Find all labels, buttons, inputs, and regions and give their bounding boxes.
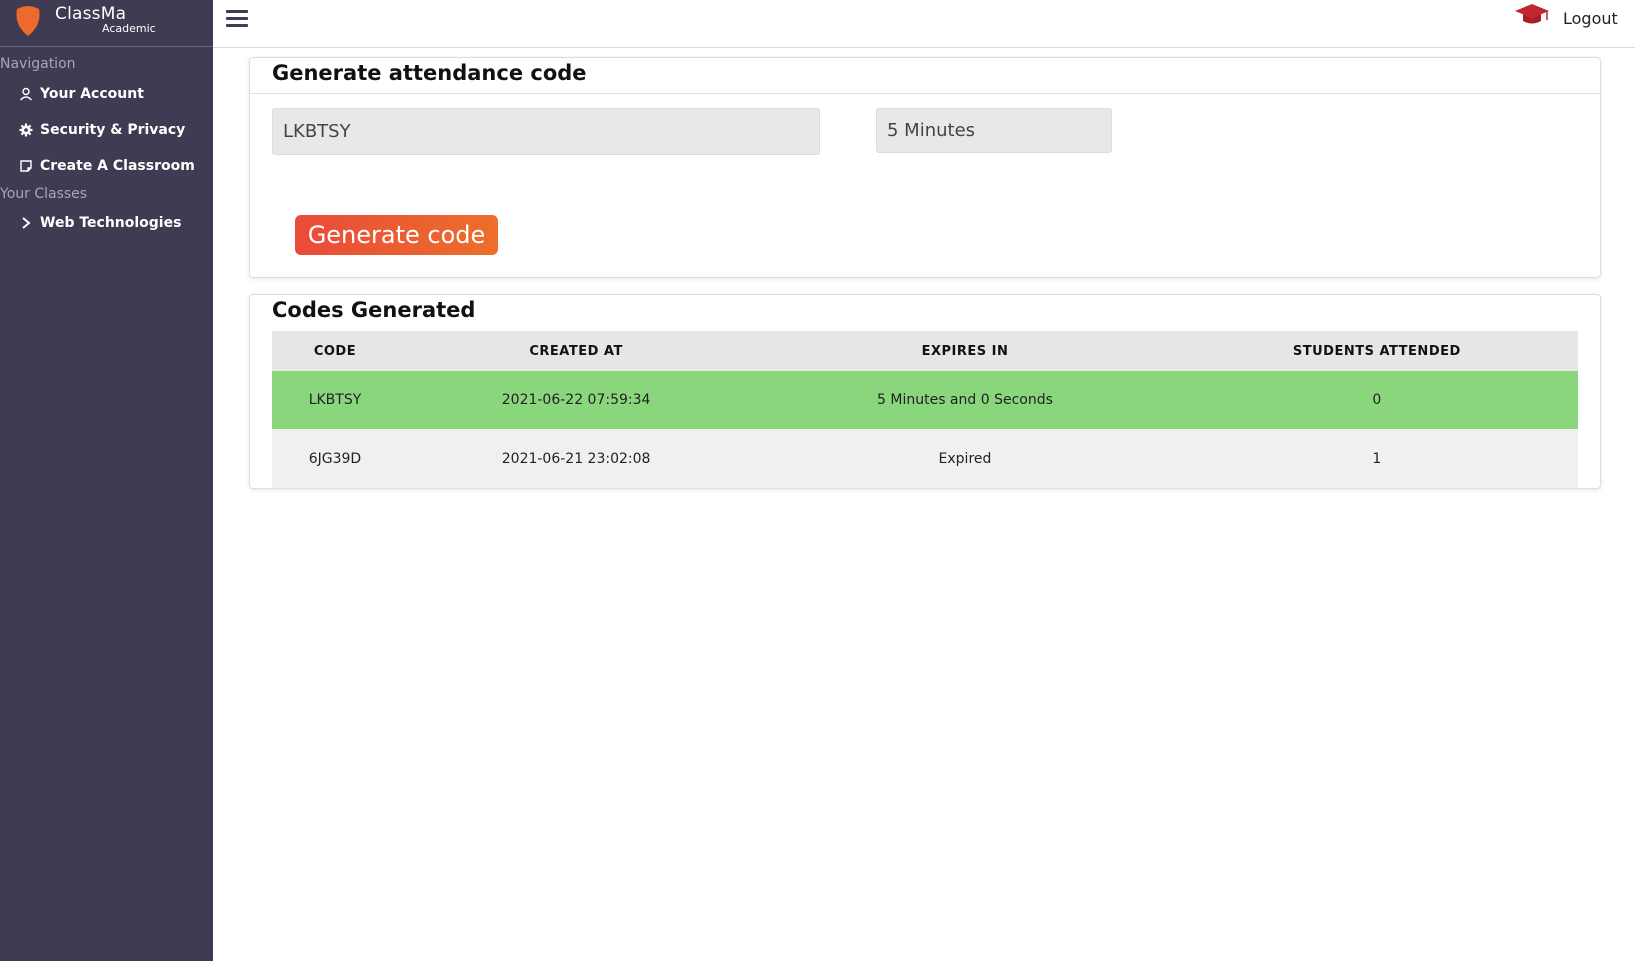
cell-created-at: 2021-06-22 07:59:34 (397, 371, 755, 429)
sidebar-item-label: Your Account (40, 86, 144, 102)
graduation-cap-icon (1515, 4, 1549, 24)
table-row[interactable]: LKBTSY 2021-06-22 07:59:34 5 Minutes and… (272, 371, 1578, 429)
codes-title: Codes Generated (272, 298, 476, 322)
cell-code: 6JG39D (272, 429, 398, 488)
cell-created-at: 2021-06-21 23:02:08 (397, 429, 755, 488)
code-input[interactable] (272, 108, 820, 155)
generate-code-button[interactable]: Generate code (295, 215, 498, 255)
brand[interactable]: ClassMa Academic (0, 0, 213, 47)
gear-icon (18, 122, 34, 138)
shield-logo-icon (16, 6, 40, 36)
col-header-expires-in: EXPIRES IN (754, 331, 1176, 371)
note-icon (18, 158, 34, 174)
logout-link[interactable]: Logout (1563, 9, 1618, 28)
duration-select[interactable]: 5 Minutes (876, 108, 1112, 153)
sidebar: ClassMa Academic Navigation Your Account… (0, 0, 213, 961)
cell-students: 0 (1175, 371, 1578, 429)
sidebar-item-create-classroom[interactable]: Create A Classroom (18, 154, 195, 178)
sidebar-item-label: Security & Privacy (40, 122, 186, 138)
brand-subtitle: Academic (102, 22, 156, 35)
classes-section-label: Your Classes (0, 186, 88, 202)
sidebar-item-web-technologies[interactable]: Web Technologies (18, 211, 181, 235)
panel-divider (250, 93, 1600, 94)
sidebar-item-label: Web Technologies (40, 215, 182, 231)
sidebar-item-label: Create A Classroom (40, 158, 195, 174)
cell-expires-in: Expired (754, 429, 1176, 488)
cell-code: LKBTSY (272, 371, 398, 429)
brand-name: ClassMa (55, 4, 127, 24)
hamburger-icon[interactable] (226, 10, 248, 28)
top-bar: Logout (213, 0, 1635, 48)
user-icon (18, 86, 34, 102)
generate-title: Generate attendance code (272, 61, 587, 85)
sidebar-item-security-privacy[interactable]: Security & Privacy (18, 118, 185, 142)
nav-section-label: Navigation (0, 56, 76, 72)
cell-students: 1 (1175, 429, 1578, 488)
table-row[interactable]: 6JG39D 2021-06-21 23:02:08 Expired 1 (272, 429, 1578, 488)
sidebar-item-your-account[interactable]: Your Account (18, 82, 144, 106)
cell-expires-in: 5 Minutes and 0 Seconds (754, 371, 1176, 429)
col-header-code: CODE (272, 331, 398, 371)
generate-code-panel: Generate attendance code 5 Minutes Gener… (249, 57, 1601, 278)
col-header-created-at: CREATED AT (397, 331, 755, 371)
chevron-right-icon (18, 215, 34, 231)
col-header-students-attended: STUDENTS ATTENDED (1175, 331, 1578, 371)
table-header-row: CODE CREATED AT EXPIRES IN STUDENTS ATTE… (272, 331, 1578, 371)
codes-table: CODE CREATED AT EXPIRES IN STUDENTS ATTE… (272, 331, 1578, 488)
codes-generated-panel: Codes Generated CODE CREATED AT EXPIRES … (249, 294, 1601, 489)
